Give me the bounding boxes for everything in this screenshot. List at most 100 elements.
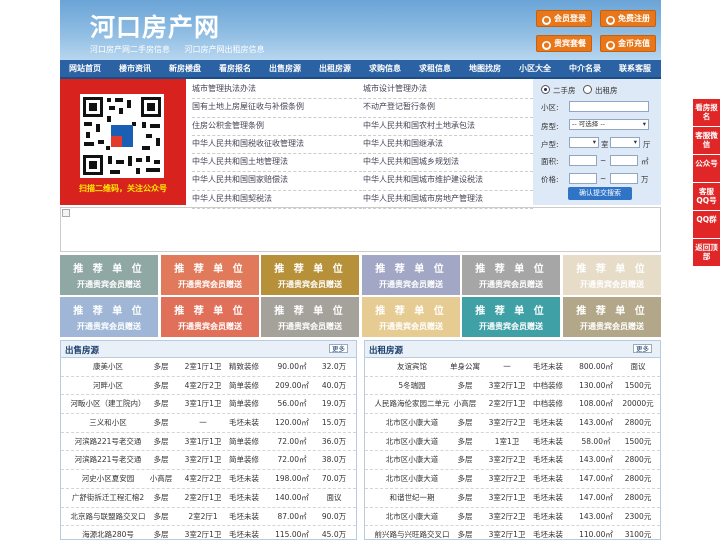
listing-row[interactable]: 北京路与联盟路交叉口 多层 2室2厅1 毛坯未装 87.00㎡ 90.0万: [61, 508, 356, 527]
ad-slot[interactable]: 推 荐 单 位开通贵宾会员赠送: [261, 297, 359, 337]
listing-row[interactable]: 康美小区 多层 2室1厅1卫 精致装修 90.00㎡ 32.0万: [61, 358, 356, 377]
area-min-input[interactable]: [569, 155, 597, 166]
listing-row[interactable]: 河史小区夏安园 小高层 4室2厅2卫 毛坯未装 198.00㎡ 70.0万: [61, 470, 356, 489]
radio-rental[interactable]: [583, 85, 592, 94]
listing-row[interactable]: 北市区小康大道 多层 1室1卫 毛坯未装 58.00㎡ 1500元: [365, 433, 660, 452]
vip-package-button[interactable]: ● 贵宾套餐: [536, 35, 592, 52]
policy-link[interactable]: 住房公积金管理条例: [192, 118, 362, 136]
listing-row[interactable]: 河畔小区 多层 4室2厅2卫 简单装修 209.00㎡ 40.0万: [61, 377, 356, 396]
banner-image[interactable]: [60, 207, 661, 252]
ad-slot[interactable]: 推 荐 单 位开通贵宾会员赠送: [60, 255, 158, 295]
listing-row[interactable]: 5冬瑞园 多层 3室2厅1卫 中档装修 130.00㎡ 1500元: [365, 377, 660, 396]
ad-slot[interactable]: 推 荐 单 位开通贵宾会员赠送: [60, 297, 158, 337]
policy-link[interactable]: 国有土地上房屋征收与补偿条例: [192, 99, 362, 118]
nav-viewing-signup[interactable]: 看房报名: [210, 60, 260, 77]
area-max-input[interactable]: [610, 155, 638, 166]
ad-slot[interactable]: 推 荐 单 位开通贵宾会员赠送: [161, 255, 259, 295]
side-official-account[interactable]: 公众号: [693, 155, 720, 182]
nav-map[interactable]: 地图找房: [460, 60, 510, 77]
ad-slot[interactable]: 推 荐 单 位开通贵宾会员赠送: [362, 297, 460, 337]
listing-row[interactable]: 广舒街拆迁工程汇榕2 多层 2室2厅1卫 毛坯未装 140.00㎡ 面议: [61, 489, 356, 508]
register-button[interactable]: ● 免费注册: [600, 10, 656, 27]
ad-slot[interactable]: 推 荐 单 位开通贵宾会员赠送: [563, 255, 661, 295]
listing-cell[interactable]: 河滨路221号老交通: [61, 451, 155, 470]
policy-link[interactable]: 中华人民共和国城乡规划法: [363, 154, 533, 173]
nav-news[interactable]: 楼市资讯: [110, 60, 160, 77]
ad-slot[interactable]: 推 荐 单 位开通贵宾会员赠送: [462, 297, 560, 337]
side-viewing-signup[interactable]: 看房报名: [693, 99, 720, 126]
nav-want-buy[interactable]: 求购信息: [360, 60, 410, 77]
listing-cell[interactable]: 海源北路280号: [61, 526, 155, 539]
halls-select[interactable]: ▾: [610, 137, 640, 148]
sale-more-link[interactable]: 更多: [329, 344, 348, 353]
listing-row[interactable]: 北市区小康大道 多层 3室2厅2卫 毛坯未装 147.00㎡ 2800元: [365, 470, 660, 489]
policy-link[interactable]: 中华人民共和国国家赔偿法: [192, 172, 362, 191]
ad-slot[interactable]: 推 荐 单 位开通贵宾会员赠送: [462, 255, 560, 295]
listing-row[interactable]: 北市区小康大道 多层 3室2厅2卫 毛坯未装 143.00㎡ 2800元: [365, 414, 660, 433]
listing-cell[interactable]: 和谐世纪一期: [365, 489, 459, 508]
ad-slot[interactable]: 推 荐 单 位开通贵宾会员赠送: [563, 297, 661, 337]
policy-link[interactable]: 中华人民共和国土地管理法: [192, 154, 362, 173]
side-wechat-service[interactable]: 客服微信: [693, 127, 720, 154]
policy-link[interactable]: 中华人民共和国农村土地承包法: [363, 118, 533, 136]
listing-row[interactable]: 河滨路221号老交通 多层 3室1厅1卫 简单装修 72.00㎡ 36.0万: [61, 433, 356, 452]
search-submit-button[interactable]: 确认提交搜索: [568, 187, 632, 200]
policy-link[interactable]: 不动产登记暂行条例: [363, 99, 533, 118]
listing-row[interactable]: 河滨路221号老交通 多层 3室2厅1卫 简单装修 72.00㎡ 38.0万: [61, 451, 356, 471]
policy-link[interactable]: 中华人民共和国继承法: [363, 136, 533, 155]
listing-cell[interactable]: 三义和小区: [61, 414, 155, 433]
nav-home[interactable]: 网站首页: [60, 60, 110, 77]
nav-agencies[interactable]: 中介名录: [560, 60, 610, 77]
nav-new-homes[interactable]: 新房楼盘: [160, 60, 210, 77]
listing-cell[interactable]: 友谊宾馆: [365, 358, 459, 377]
radio-second-hand[interactable]: [541, 85, 550, 94]
nav-for-rent[interactable]: 出租房源: [310, 60, 360, 77]
listing-cell[interactable]: 北市区小康大道: [365, 414, 459, 433]
ad-slot[interactable]: 推 荐 单 位开通贵宾会员赠送: [261, 255, 359, 295]
nav-contact[interactable]: 联系客服: [610, 60, 660, 77]
listing-cell[interactable]: 前兴路与兴旺路交叉口: [365, 526, 459, 539]
listing-row[interactable]: 前兴路与兴旺路交叉口 多层 3室2厅1卫 毛坯未装 110.00㎡ 3100元: [365, 526, 660, 539]
nav-for-sale[interactable]: 出售房源: [260, 60, 310, 77]
listing-cell[interactable]: 北市区小康大道: [365, 433, 459, 452]
listing-cell[interactable]: 北京路与联盟路交叉口: [61, 508, 155, 527]
listing-cell[interactable]: 5冬瑞园: [365, 377, 459, 396]
price-min-input[interactable]: [569, 173, 597, 184]
listing-cell[interactable]: 康美小区: [61, 358, 155, 377]
rooms-select[interactable]: ▾: [569, 137, 599, 148]
listing-cell[interactable]: 河史小区夏安园: [61, 470, 155, 489]
listing-row[interactable]: 人民路海伦家园二单元 小高层 2室2厅1卫 中档装修 108.00㎡ 20000元: [365, 395, 660, 415]
nav-communities[interactable]: 小区大全: [510, 60, 560, 77]
listing-row[interactable]: 河畈小区（建工院内） 多层 3室1厅1卫 简单装修 56.00㎡ 19.0万: [61, 395, 356, 415]
listing-row[interactable]: 友谊宾馆 单身公寓一毛坯未装 800.00㎡ 面议: [365, 358, 660, 377]
policy-link[interactable]: 城市设计管理办法: [363, 81, 533, 100]
listing-cell[interactable]: 广舒街拆迁工程汇榕2: [61, 489, 155, 508]
policy-link[interactable]: 中华人民共和国税收征收管理法: [192, 136, 362, 155]
listing-cell[interactable]: 北市区小康大道: [365, 508, 459, 527]
listing-cell[interactable]: 人民路海伦家园二单元: [365, 395, 459, 414]
ad-slot[interactable]: 推 荐 单 位开通贵宾会员赠送: [161, 297, 259, 337]
listing-cell[interactable]: 北市区小康大道: [365, 451, 459, 470]
listing-row[interactable]: 和谐世纪一期 多层 3室2厅1卫 毛坯未装 147.00㎡ 2800元: [365, 489, 660, 508]
community-input[interactable]: [569, 101, 649, 112]
listing-cell[interactable]: 河畔小区: [61, 377, 155, 396]
listing-cell[interactable]: 北市区小康大道: [365, 470, 459, 489]
policy-link[interactable]: 中华人民共和国城市维护建设税法: [363, 172, 533, 191]
side-back-to-top[interactable]: 返回顶部: [693, 239, 720, 266]
listing-row[interactable]: 北市区小康大道 多层 3室2厅2卫 毛坯未装 143.00㎡ 2300元: [365, 508, 660, 527]
login-button[interactable]: ● 会员登录: [536, 10, 592, 27]
listing-cell[interactable]: 河畈小区（建工院内）: [61, 395, 155, 414]
listing-row[interactable]: 北市区小康大道 多层 3室2厅2卫 毛坯未装 143.00㎡ 2800元: [365, 451, 660, 471]
nav-want-rent[interactable]: 求租信息: [410, 60, 460, 77]
listing-row[interactable]: 海源北路280号 多层 3室2厅1卫 毛坯未装 115.00㎡ 45.0万: [61, 526, 356, 539]
side-qq-group[interactable]: QQ群: [693, 211, 720, 238]
housetype-select[interactable]: -- 可选择 -- ▾: [569, 119, 649, 130]
price-max-input[interactable]: [610, 173, 638, 184]
listing-row[interactable]: 三义和小区 多层一毛坯未装 120.00㎡ 15.0万: [61, 414, 356, 433]
subtitle-rent[interactable]: 河口房产网出租房信息: [185, 45, 265, 54]
ad-slot[interactable]: 推 荐 单 位开通贵宾会员赠送: [362, 255, 460, 295]
rent-more-link[interactable]: 更多: [633, 344, 652, 353]
listing-cell[interactable]: 河滨路221号老交通: [61, 433, 155, 452]
policy-link[interactable]: 城市管理执法办法: [192, 81, 362, 100]
side-qq-service[interactable]: 客服QQ号: [693, 183, 720, 210]
